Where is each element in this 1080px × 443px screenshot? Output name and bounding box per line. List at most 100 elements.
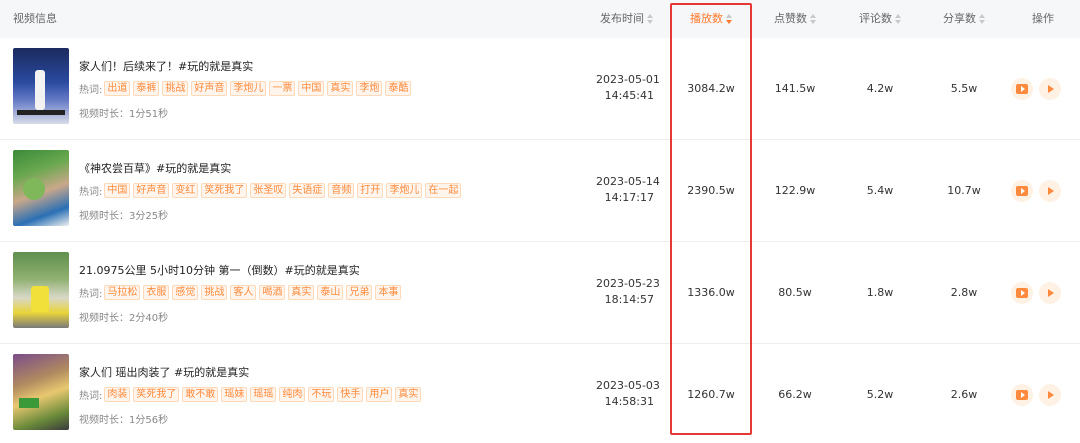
comments-value: 5.2w [866, 388, 894, 401]
video-duration: 视频时长：1分51秒 [79, 109, 169, 120]
shares-value: 5.5w [950, 82, 978, 95]
play-button[interactable] [1039, 180, 1061, 202]
hot-word-tag[interactable]: 变红 [172, 183, 199, 198]
header-comments[interactable]: 评论数 [859, 0, 901, 38]
likes-value: 122.9w [774, 184, 816, 197]
video-play-button[interactable] [1011, 180, 1033, 202]
play-button[interactable] [1039, 78, 1061, 100]
video-play-button[interactable] [1011, 384, 1033, 406]
hot-word-tag[interactable]: 一票 [269, 81, 296, 96]
comments-value: 1.8w [866, 286, 894, 299]
hot-word-tag[interactable]: 泰酷 [385, 81, 412, 96]
video-play-button[interactable] [1011, 282, 1033, 304]
hot-word-tag[interactable]: 感觉 [172, 285, 199, 300]
hot-word-tag[interactable]: 挑战 [162, 81, 189, 96]
hot-word-tag[interactable]: 纯肉 [279, 387, 306, 402]
header-shares[interactable]: 分享数 [943, 0, 985, 38]
hot-word-tag[interactable]: 肉装 [104, 387, 131, 402]
header-plays[interactable]: 播放数 [690, 0, 732, 38]
hot-word-tag[interactable]: 敢不敢 [182, 387, 219, 402]
video-title[interactable]: 家人们 瑶出肉装了 #玩的就是真实 [79, 364, 249, 380]
hot-word-tag[interactable]: 兄弟 [346, 285, 373, 300]
hot-word-tag[interactable]: 喝酒 [259, 285, 286, 300]
publish-datetime: 2023-05-23 18:14:57 [596, 276, 660, 308]
sort-icon[interactable] [810, 14, 816, 24]
video-thumbnail[interactable] [13, 252, 69, 328]
hot-word-tag[interactable]: 中国 [104, 183, 131, 198]
header-likes-label: 点赞数 [774, 12, 807, 25]
hot-word-tag[interactable]: 笑死我了 [133, 387, 180, 402]
publish-date: 2023-05-03 [596, 379, 660, 392]
likes-value: 80.5w [778, 286, 812, 299]
sort-desc-icon[interactable] [726, 14, 732, 24]
plays-value: 2390.5w [687, 184, 735, 197]
hot-word-tag[interactable]: 李炮 [356, 81, 383, 96]
hot-word-tag[interactable]: 张圣叹 [250, 183, 287, 198]
table-row: 《神农尝百草》#玩的就是真实 热词: 中国 好声音 变红 笑死我了 张圣叹 失语… [0, 140, 1080, 242]
shares-value: 10.7w [947, 184, 981, 197]
video-duration: 视频时长：1分56秒 [79, 415, 169, 426]
video-play-button[interactable] [1011, 78, 1033, 100]
hot-word-tag[interactable]: 快手 [337, 387, 364, 402]
likes-value: 66.2w [778, 388, 812, 401]
video-title[interactable]: 《神农尝百草》#玩的就是真实 [79, 160, 231, 176]
shares-value: 2.6w [950, 388, 978, 401]
hot-word-tag[interactable]: 挑战 [201, 285, 228, 300]
video-icon [1016, 390, 1028, 400]
video-thumbnail[interactable] [13, 150, 69, 226]
header-comments-label: 评论数 [859, 12, 892, 25]
sort-icon[interactable] [895, 14, 901, 24]
hot-words: 热词: 出道 泰裤 挑战 好声音 李炮儿 一票 中国 真实 李炮 泰酷 [79, 81, 414, 96]
video-thumbnail[interactable] [13, 354, 69, 430]
header-publish-time-label: 发布时间 [600, 12, 644, 25]
hot-word-tag[interactable]: 在一起 [425, 183, 462, 198]
video-thumbnail[interactable] [13, 48, 69, 124]
hot-word-tag[interactable]: 客人 [230, 285, 257, 300]
hot-word-tag[interactable]: 瑶瑶 [250, 387, 277, 402]
sort-icon[interactable] [647, 14, 653, 24]
hot-word-tag[interactable]: 衣服 [143, 285, 170, 300]
table-row: 21.0975公里 5小时10分钟 第一（倒数）#玩的就是真实 热词: 马拉松 … [0, 242, 1080, 344]
comments-value: 4.2w [866, 82, 894, 95]
publish-time: 14:45:41 [604, 89, 654, 102]
row-actions [1011, 384, 1061, 406]
hot-word-tag[interactable]: 出道 [104, 81, 131, 96]
play-button[interactable] [1039, 282, 1061, 304]
sort-icon[interactable] [979, 14, 985, 24]
plays-value: 3084.2w [687, 82, 735, 95]
hot-word-tag[interactable]: 打开 [357, 183, 384, 198]
row-actions [1011, 282, 1061, 304]
video-title[interactable]: 21.0975公里 5小时10分钟 第一（倒数）#玩的就是真实 [79, 262, 360, 278]
row-actions [1011, 78, 1061, 100]
hot-word-tag[interactable]: 李炮儿 [386, 183, 423, 198]
hot-word-tag[interactable]: 泰裤 [133, 81, 160, 96]
publish-date: 2023-05-23 [596, 277, 660, 290]
hot-word-tag[interactable]: 马拉松 [104, 285, 141, 300]
hot-word-tag[interactable]: 失语症 [289, 183, 326, 198]
hot-words-label: 热词: [79, 289, 103, 300]
hot-word-tag[interactable]: 音频 [328, 183, 355, 198]
hot-word-tag[interactable]: 瑶妹 [221, 387, 248, 402]
video-title[interactable]: 家人们！后续来了！#玩的就是真实 [79, 58, 253, 74]
play-button[interactable] [1039, 384, 1061, 406]
hot-word-tag[interactable]: 好声音 [191, 81, 228, 96]
hot-word-tag[interactable]: 本事 [375, 285, 402, 300]
hot-word-tag[interactable]: 笑死我了 [201, 183, 248, 198]
hot-word-tag[interactable]: 用户 [366, 387, 393, 402]
hot-word-tag[interactable]: 泰山 [317, 285, 344, 300]
hot-word-tag[interactable]: 真实 [395, 387, 422, 402]
comments-value: 5.4w [866, 184, 894, 197]
video-icon [1016, 186, 1028, 196]
hot-word-tag[interactable]: 李炮儿 [230, 81, 267, 96]
hot-word-tag[interactable]: 中国 [298, 81, 325, 96]
hot-word-tag[interactable]: 真实 [327, 81, 354, 96]
hot-word-tag[interactable]: 好声音 [133, 183, 170, 198]
hot-word-tag[interactable]: 不玩 [308, 387, 335, 402]
play-icon [1048, 85, 1054, 93]
header-publish-time[interactable]: 发布时间 [600, 0, 653, 38]
hot-word-tag[interactable]: 真实 [288, 285, 315, 300]
header-likes[interactable]: 点赞数 [774, 0, 816, 38]
publish-time: 18:14:57 [604, 293, 654, 306]
shares-value: 2.8w [950, 286, 978, 299]
header-plays-label: 播放数 [690, 12, 723, 25]
